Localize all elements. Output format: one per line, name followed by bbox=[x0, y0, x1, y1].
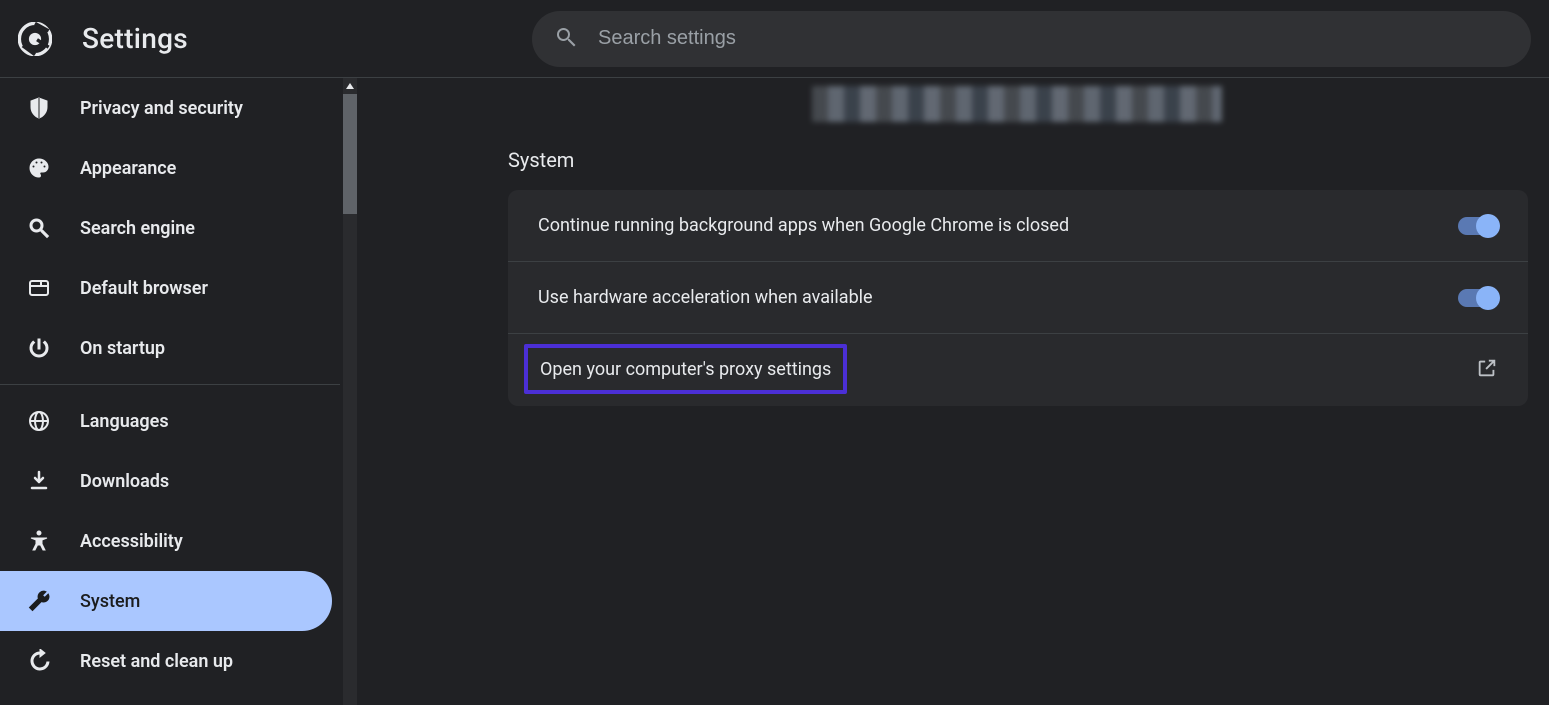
sidebar-item-languages[interactable]: Languages bbox=[0, 391, 332, 451]
row-label: Continue running background apps when Go… bbox=[538, 215, 1458, 236]
sidebar-item-search-engine[interactable]: Search engine bbox=[0, 198, 332, 258]
sidebar-item-label: Appearance bbox=[80, 158, 176, 179]
sidebar-item-label: Default browser bbox=[80, 278, 208, 299]
external-link-icon bbox=[1476, 357, 1498, 384]
chrome-logo-icon bbox=[18, 22, 52, 56]
sidebar-item-appearance[interactable]: Appearance bbox=[0, 138, 332, 198]
row-label: Use hardware acceleration when available bbox=[538, 287, 1458, 308]
header-left: Settings bbox=[18, 22, 508, 56]
power-icon bbox=[26, 335, 52, 361]
sidebar-scrollbar[interactable] bbox=[340, 78, 360, 705]
row-hardware-accel[interactable]: Use hardware acceleration when available bbox=[508, 262, 1528, 334]
sidebar-item-label: Accessibility bbox=[80, 531, 183, 552]
row-proxy-settings[interactable]: Open your computer's proxy settings bbox=[508, 334, 1528, 406]
sidebar-item-privacy[interactable]: Privacy and security bbox=[0, 78, 332, 138]
body: Privacy and security Appearance Search e… bbox=[0, 78, 1549, 705]
settings-panel: Continue running background apps when Go… bbox=[508, 190, 1528, 406]
scroll-up-icon[interactable] bbox=[340, 78, 360, 94]
redacted-banner bbox=[812, 86, 1222, 122]
header-bar: Settings bbox=[0, 0, 1549, 78]
sidebar-item-label: Downloads bbox=[80, 471, 169, 492]
sidebar-item-reset[interactable]: Reset and clean up bbox=[0, 631, 332, 691]
sidebar-item-label: On startup bbox=[80, 338, 165, 359]
restore-icon bbox=[26, 648, 52, 674]
sidebar-item-default-browser[interactable]: Default browser bbox=[0, 258, 332, 318]
window-icon bbox=[26, 275, 52, 301]
wrench-icon bbox=[26, 588, 52, 614]
sidebar-divider bbox=[0, 384, 340, 385]
sidebar: Privacy and security Appearance Search e… bbox=[0, 78, 340, 705]
sidebar-item-system[interactable]: System bbox=[0, 571, 332, 631]
download-icon bbox=[26, 468, 52, 494]
search-container bbox=[532, 11, 1531, 67]
sidebar-item-label: System bbox=[80, 591, 140, 612]
sidebar-item-label: Languages bbox=[80, 411, 169, 432]
section-title: System bbox=[508, 148, 1539, 172]
globe-icon bbox=[26, 408, 52, 434]
search-input[interactable] bbox=[598, 27, 1509, 50]
sidebar-item-label: Reset and clean up bbox=[80, 651, 233, 672]
sidebar-item-on-startup[interactable]: On startup bbox=[0, 318, 332, 378]
row-background-apps[interactable]: Continue running background apps when Go… bbox=[508, 190, 1528, 262]
scrollbar-thumb[interactable] bbox=[343, 94, 357, 214]
search-icon bbox=[554, 25, 578, 53]
toggle-hardware-accel[interactable] bbox=[1458, 289, 1498, 307]
sidebar-item-downloads[interactable]: Downloads bbox=[0, 451, 332, 511]
shield-icon bbox=[26, 95, 52, 121]
sidebar-item-label: Privacy and security bbox=[80, 98, 243, 119]
search-icon bbox=[26, 215, 52, 241]
sidebar-item-accessibility[interactable]: Accessibility bbox=[0, 511, 332, 571]
page-title: Settings bbox=[82, 22, 188, 55]
row-label-placeholder bbox=[538, 360, 1476, 381]
main-content: System Continue running background apps … bbox=[360, 78, 1549, 705]
palette-icon bbox=[26, 155, 52, 181]
search-box[interactable] bbox=[532, 11, 1531, 67]
sidebar-item-label: Search engine bbox=[80, 218, 195, 239]
toggle-background-apps[interactable] bbox=[1458, 217, 1498, 235]
accessibility-icon bbox=[26, 528, 52, 554]
